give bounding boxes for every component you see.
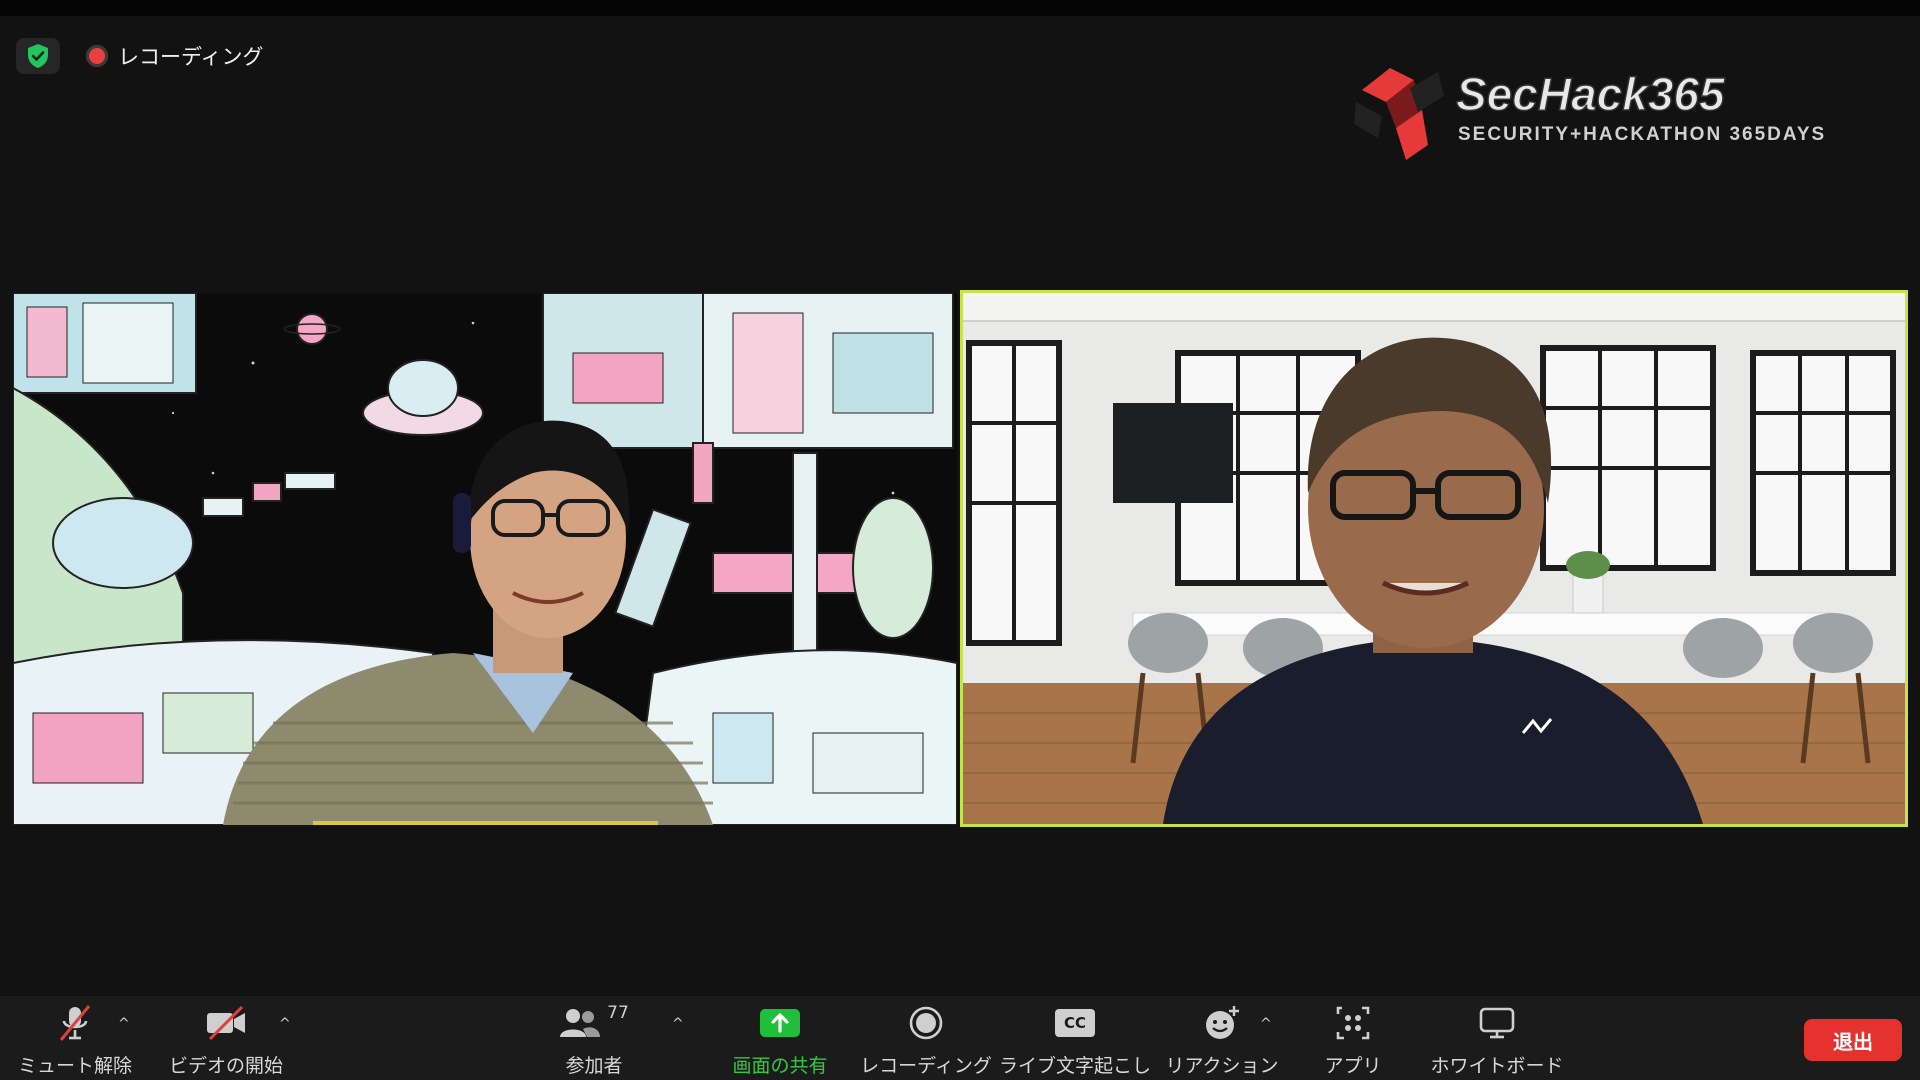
record-label: レコーディング — [860, 1055, 992, 1077]
meeting-toolbar: ミュート解除 ^ ビデオの開始 ^ 77 参加者 ^ 画面の共有 レコーディング… — [0, 996, 1920, 1080]
people-icon — [560, 1008, 601, 1037]
record-dot-icon — [86, 45, 108, 67]
participant-video-left — [13, 293, 957, 825]
shield-check-icon — [28, 44, 48, 68]
start-video-button[interactable]: ビデオの開始 — [168, 1002, 284, 1078]
video-options-caret[interactable]: ^ — [279, 1016, 291, 1032]
participants-label: 参加者 — [565, 1055, 623, 1077]
participants-count: 77 — [607, 1002, 629, 1023]
window-top-strip — [0, 0, 1920, 16]
recording-indicator[interactable]: レコーディング — [86, 38, 264, 74]
start-video-label: ビデオの開始 — [168, 1055, 283, 1077]
share-screen-label: 画面の共有 — [732, 1055, 828, 1077]
record-circle-icon — [909, 1006, 943, 1039]
active-speaker-bar — [313, 821, 658, 825]
unmute-label: ミュート解除 — [18, 1055, 133, 1077]
reactions-button[interactable]: リアクション — [1165, 1002, 1279, 1078]
leave-meeting-button[interactable]: 退出 — [1804, 1019, 1902, 1061]
audio-options-caret[interactable]: ^ — [118, 1016, 130, 1032]
microphone-muted-icon — [59, 1004, 91, 1041]
video-tile-left[interactable] — [13, 293, 957, 825]
unmute-button[interactable]: ミュート解除 — [18, 1002, 132, 1078]
live-transcript-label: ライブ文字起こし — [999, 1055, 1152, 1077]
svg-text:SECURITY+HACKATHON 365DAYS: SECURITY+HACKATHON 365DAYS — [1458, 124, 1826, 145]
apps-label: アプリ — [1324, 1055, 1382, 1077]
whiteboard-icon — [1479, 1007, 1515, 1038]
video-tile-right[interactable] — [960, 290, 1908, 827]
participants-button[interactable]: 77 参加者 — [556, 1002, 632, 1078]
apps-icon — [1336, 1006, 1370, 1039]
sechack365-logo: SecHack365 SECURITY+HACKATHON 365DAYS — [1354, 67, 1826, 160]
whiteboard-button[interactable]: ホワイトボード — [1430, 1002, 1564, 1078]
whiteboard-label: ホワイトボード — [1430, 1055, 1564, 1077]
recording-label: レコーディング — [118, 45, 264, 69]
apps-button[interactable]: アプリ — [1318, 1002, 1388, 1078]
share-screen-icon — [760, 1008, 800, 1037]
emoji-plus-icon — [1206, 1005, 1239, 1039]
live-transcript-button[interactable]: CC ライブ文字起こし — [999, 1002, 1152, 1078]
svg-text:SecHack365: SecHack365 — [1456, 68, 1726, 120]
security-shield-button[interactable] — [16, 38, 60, 74]
share-screen-button[interactable]: 画面の共有 — [724, 1002, 836, 1078]
record-button[interactable]: レコーディング — [860, 1002, 992, 1078]
reactions-options-caret[interactable]: ^ — [1260, 1016, 1272, 1032]
participants-options-caret[interactable]: ^ — [672, 1016, 684, 1032]
video-off-icon — [207, 1005, 245, 1040]
reactions-label: リアクション — [1165, 1055, 1279, 1077]
participant-video-right — [963, 293, 1905, 824]
closed-caption-icon: CC — [1055, 1008, 1095, 1037]
